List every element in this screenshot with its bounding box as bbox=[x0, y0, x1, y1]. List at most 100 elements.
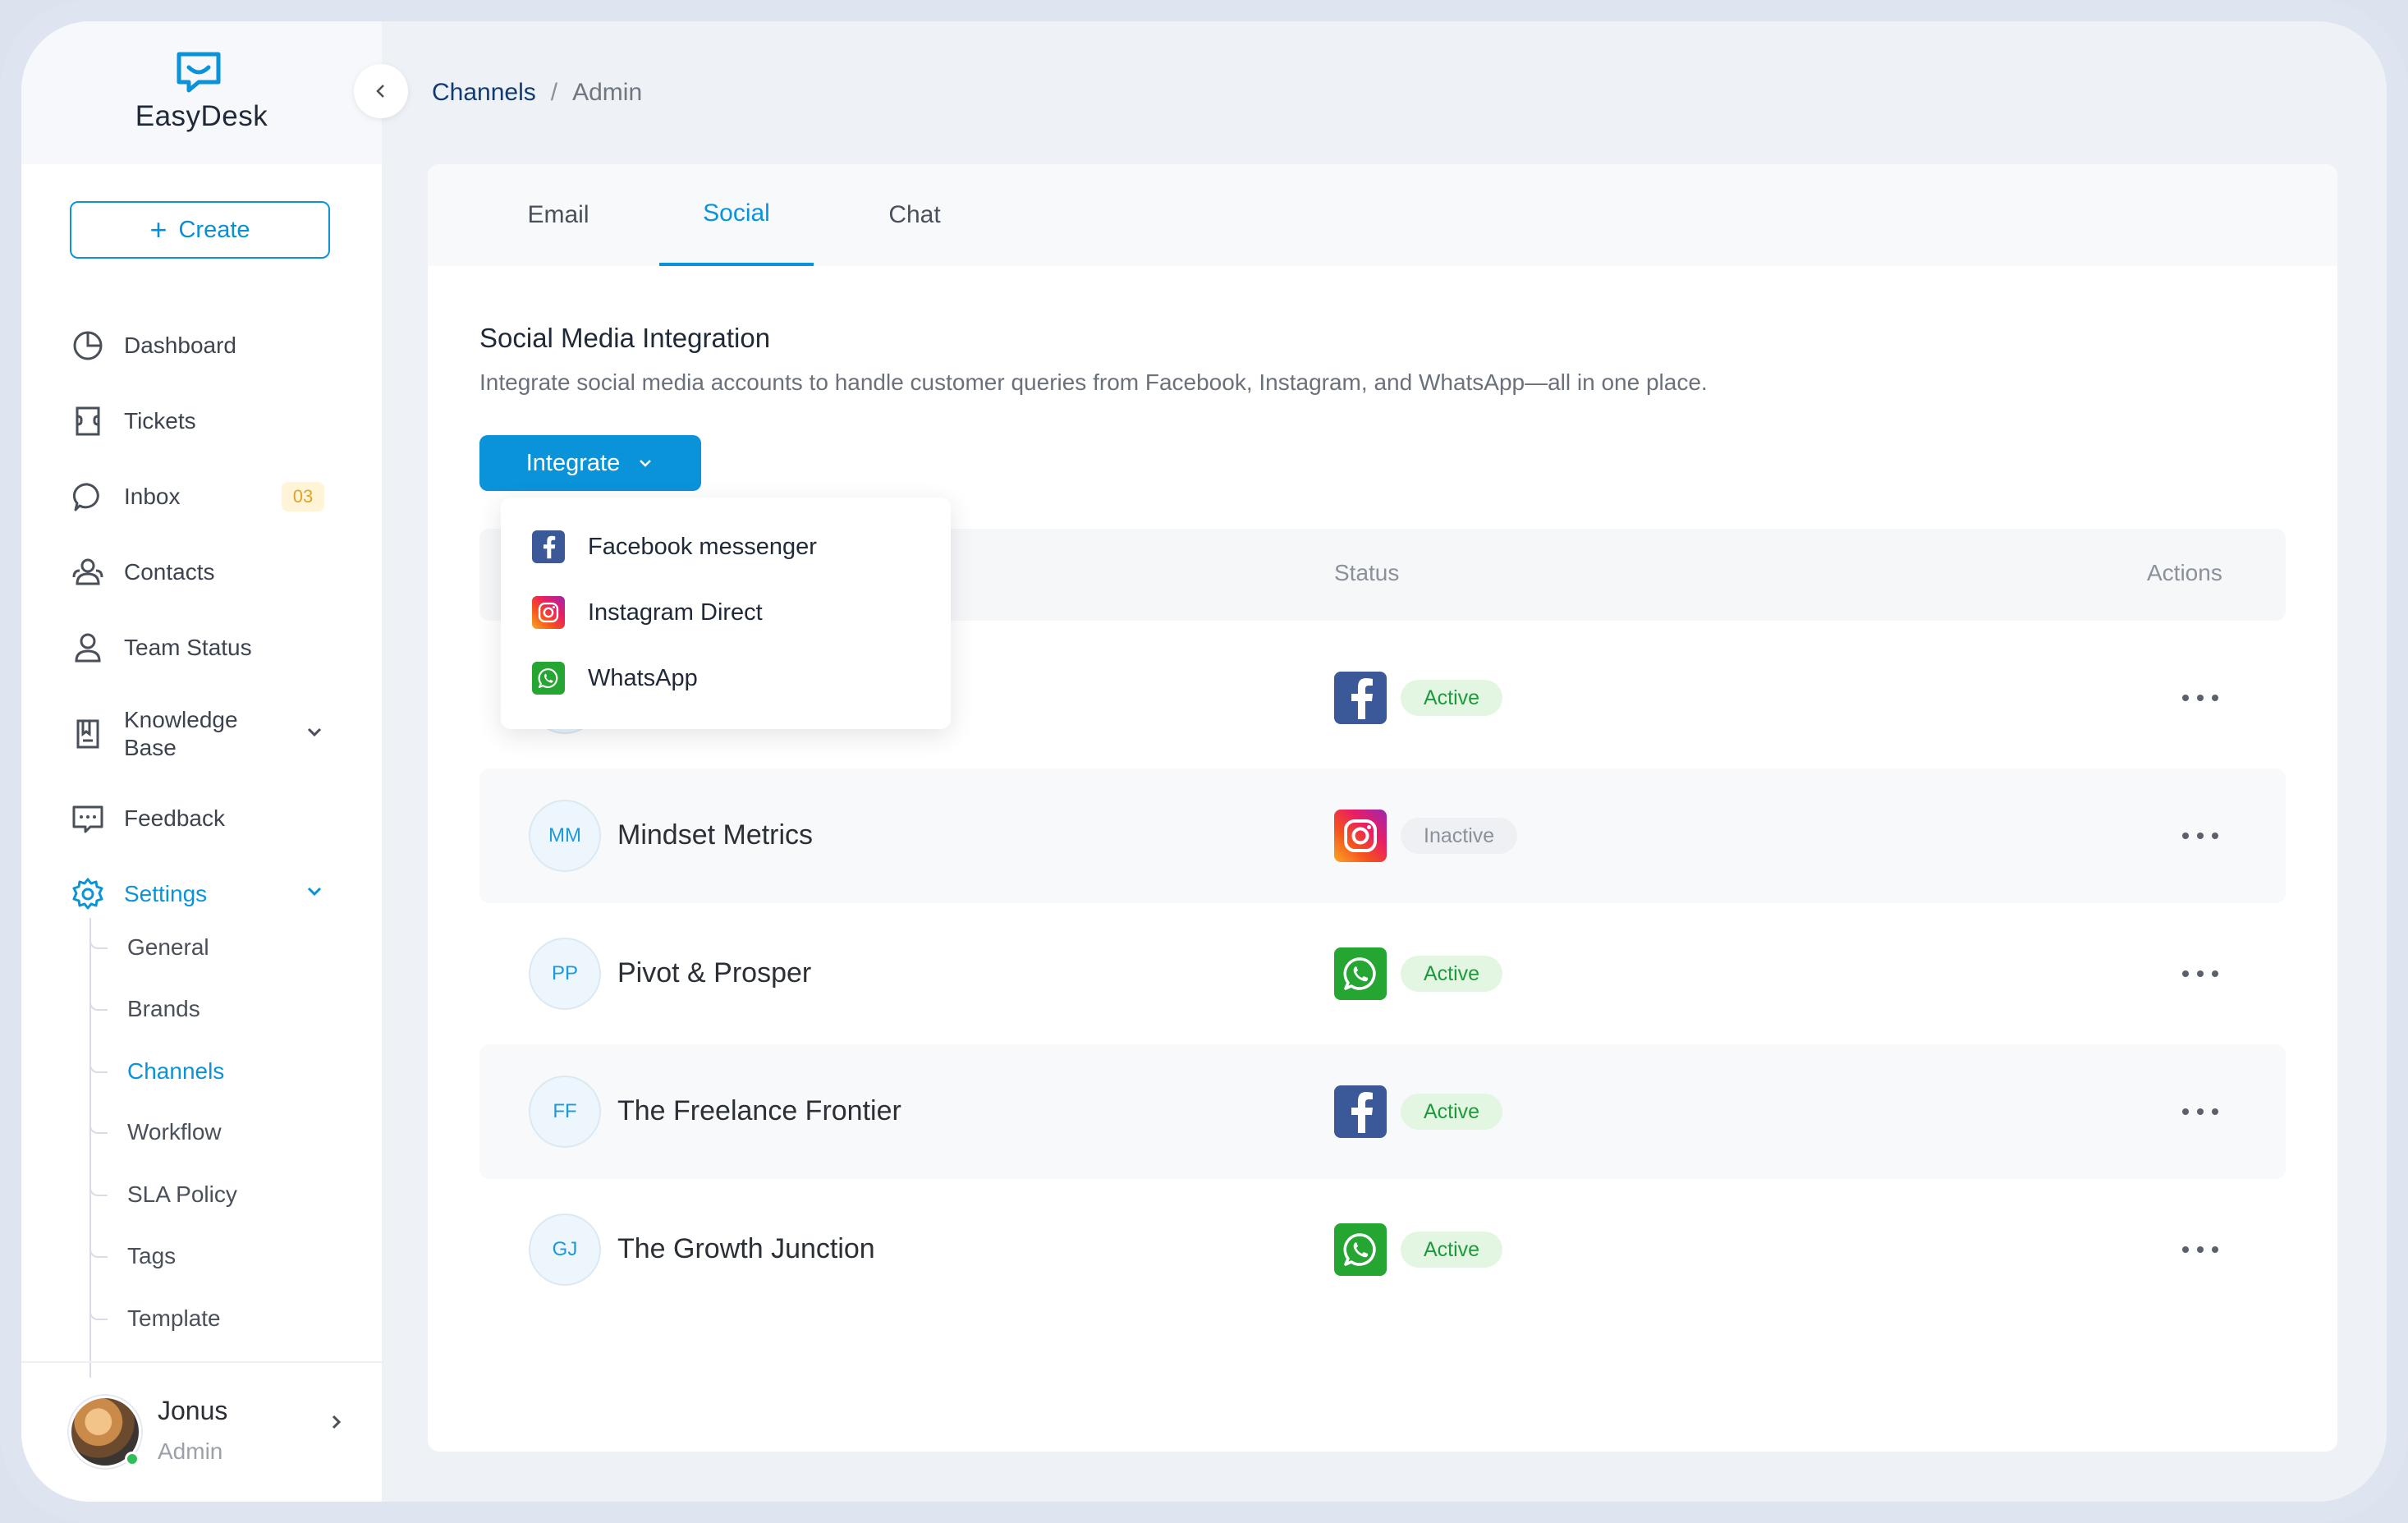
sidebar: EasyDesk + Create Dashboard Tickets Inbo… bbox=[21, 21, 382, 1502]
breadcrumb: Channels / Admin bbox=[432, 79, 642, 107]
gear-icon bbox=[70, 876, 106, 912]
row-avatar: PP bbox=[529, 938, 601, 1010]
sidebar-item-settings[interactable]: Settings bbox=[70, 869, 349, 919]
create-button[interactable]: + Create bbox=[70, 201, 330, 259]
status-badge: Active bbox=[1401, 1094, 1503, 1130]
instagram-icon bbox=[532, 596, 565, 629]
section-description: Integrate social media accounts to handl… bbox=[479, 369, 1708, 395]
pie-chart-icon bbox=[70, 328, 106, 364]
row-name: The Freelance Frontier bbox=[617, 1095, 901, 1126]
integrate-label: Integrate bbox=[525, 449, 621, 476]
chevron-right-icon[interactable] bbox=[327, 1412, 346, 1436]
more-actions-icon[interactable] bbox=[2182, 683, 2218, 713]
sidebar-item-label: Knowledge Base bbox=[124, 707, 238, 760]
chevron-down-icon bbox=[640, 460, 652, 467]
instagram-icon bbox=[1334, 810, 1387, 862]
facebook-icon bbox=[532, 530, 565, 563]
ticket-icon bbox=[70, 403, 106, 439]
whatsapp-icon bbox=[1334, 947, 1387, 1000]
logo-area: EasyDesk bbox=[21, 21, 382, 164]
actions-header: Actions bbox=[2147, 560, 2222, 585]
status-badge: Active bbox=[1401, 1232, 1503, 1268]
chat-bubble-icon bbox=[70, 479, 106, 515]
more-actions-icon[interactable] bbox=[2182, 959, 2218, 989]
settings-sub-sla-policy[interactable]: SLA Policy bbox=[89, 1177, 237, 1213]
settings-sub-channels[interactable]: Channels bbox=[89, 1053, 224, 1089]
settings-sub-tags[interactable]: Tags bbox=[89, 1238, 176, 1274]
inbox-count-badge: 03 bbox=[282, 482, 324, 511]
sidebar-item-contacts[interactable]: Contacts bbox=[70, 548, 349, 597]
settings-sub-brands[interactable]: Brands bbox=[89, 991, 200, 1027]
dropdown-item-instagram-direct[interactable]: Instagram Direct bbox=[532, 594, 763, 631]
sidebar-item-label: Tickets bbox=[124, 408, 196, 434]
breadcrumb-channels-link[interactable]: Channels bbox=[432, 79, 536, 107]
whatsapp-icon bbox=[1334, 1223, 1387, 1276]
table-row[interactable]: PP Pivot & Prosper Active bbox=[479, 906, 2286, 1041]
dropdown-item-label: WhatsApp bbox=[588, 664, 698, 691]
settings-sub-template[interactable]: Template bbox=[89, 1301, 221, 1337]
feedback-icon bbox=[70, 800, 106, 837]
online-status-dot bbox=[125, 1452, 140, 1466]
settings-sub-general[interactable]: General bbox=[89, 929, 209, 966]
book-icon bbox=[70, 716, 106, 752]
dropdown-item-label: Facebook messenger bbox=[588, 533, 817, 560]
breadcrumb-current: Admin bbox=[572, 79, 643, 106]
status-badge: Active bbox=[1401, 680, 1503, 716]
chevron-left-icon bbox=[376, 85, 384, 98]
status-badge: Inactive bbox=[1401, 818, 1518, 854]
user-name: Jonus bbox=[158, 1396, 228, 1425]
row-avatar: MM bbox=[529, 800, 601, 872]
tab-chat[interactable]: Chat bbox=[860, 164, 970, 266]
more-actions-icon[interactable] bbox=[2182, 821, 2218, 851]
tab-social[interactable]: Social bbox=[659, 164, 814, 266]
integrate-button[interactable]: Integrate bbox=[479, 435, 701, 491]
sidebar-item-label: Dashboard bbox=[124, 333, 236, 358]
user-icon bbox=[70, 630, 106, 666]
dropdown-item-whatsapp[interactable]: WhatsApp bbox=[532, 660, 698, 696]
sidebar-item-feedback[interactable]: Feedback bbox=[70, 794, 349, 843]
dropdown-item-facebook-messenger[interactable]: Facebook messenger bbox=[532, 529, 817, 565]
logo-icon bbox=[177, 52, 221, 93]
channels-card: Email Social Chat Social Media Integrati… bbox=[428, 164, 2337, 1452]
create-label: Create bbox=[178, 216, 250, 243]
row-avatar: FF bbox=[529, 1076, 601, 1148]
section-title: Social Media Integration bbox=[479, 323, 771, 353]
contacts-icon bbox=[70, 554, 106, 590]
more-actions-icon[interactable] bbox=[2182, 1235, 2218, 1264]
table-row[interactable]: MM Mindset Metrics Inactive bbox=[479, 768, 2286, 903]
sidebar-item-label: Inbox bbox=[124, 484, 181, 509]
user-role: Admin bbox=[158, 1438, 223, 1464]
plus-icon: + bbox=[149, 213, 167, 246]
tabs-bar: Email Social Chat bbox=[428, 164, 2337, 266]
more-actions-icon[interactable] bbox=[2182, 1097, 2218, 1126]
sidebar-item-team-status[interactable]: Team Status bbox=[70, 623, 349, 672]
facebook-icon bbox=[1334, 672, 1387, 724]
chevron-down-icon[interactable] bbox=[305, 722, 324, 748]
collapse-sidebar-button[interactable] bbox=[354, 64, 408, 118]
app-window: EasyDesk + Create Dashboard Tickets Inbo… bbox=[21, 21, 2387, 1502]
dropdown-item-label: Instagram Direct bbox=[588, 599, 763, 626]
settings-sub-workflow[interactable]: Workflow bbox=[89, 1114, 222, 1150]
status-badge: Active bbox=[1401, 956, 1503, 992]
row-name: Mindset Metrics bbox=[617, 819, 814, 851]
app-name: EasyDesk bbox=[135, 100, 268, 132]
sidebar-item-knowledge-base[interactable]: Knowledge Base bbox=[70, 705, 349, 763]
table-row[interactable]: GJ The Growth Junction Active bbox=[479, 1182, 2286, 1317]
tab-email[interactable]: Email bbox=[503, 164, 613, 266]
status-header: Status bbox=[1334, 560, 1400, 585]
table-row[interactable]: FF The Freelance Frontier Active bbox=[479, 1044, 2286, 1179]
row-avatar: GJ bbox=[529, 1213, 601, 1286]
breadcrumb-separator: / bbox=[550, 79, 558, 106]
facebook-icon bbox=[1334, 1085, 1387, 1138]
sidebar-item-tickets[interactable]: Tickets bbox=[70, 397, 349, 446]
integrate-dropdown-menu: Facebook messenger Instagram Direct What… bbox=[501, 498, 951, 729]
sidebar-item-label: Settings bbox=[124, 881, 208, 906]
chevron-down-icon[interactable] bbox=[305, 881, 324, 907]
sidebar-item-label: Team Status bbox=[124, 635, 252, 660]
sidebar-item-dashboard[interactable]: Dashboard bbox=[70, 321, 349, 370]
sidebar-item-label: Feedback bbox=[124, 805, 225, 831]
row-name: The Growth Junction bbox=[617, 1233, 875, 1264]
user-profile[interactable]: Jonus Admin bbox=[21, 1363, 382, 1502]
sidebar-item-label: Contacts bbox=[124, 559, 215, 585]
sidebar-item-inbox[interactable]: Inbox 03 bbox=[70, 472, 349, 521]
